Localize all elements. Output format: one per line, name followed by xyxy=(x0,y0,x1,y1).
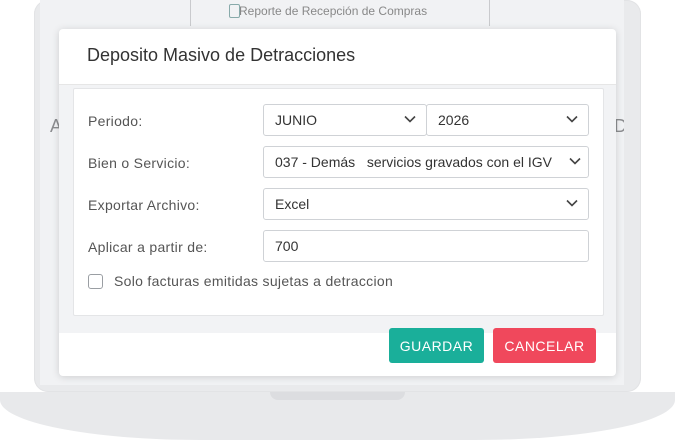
guardar-button[interactable]: GUARDAR xyxy=(389,328,484,363)
aplicar-input[interactable]: 700 xyxy=(263,230,589,262)
aplicar-label: Aplicar a partir de: xyxy=(88,239,208,255)
month-select-value: JUNIO xyxy=(275,112,317,128)
solo-facturas-label: Solo facturas emitidas sujetas a detracc… xyxy=(114,273,394,289)
chevron-down-icon xyxy=(564,147,586,177)
chevron-down-icon xyxy=(565,105,579,135)
year-select-value: 2026 xyxy=(438,112,470,128)
background-menu-item: Reporte de Recepción de Compras xyxy=(190,0,490,26)
year-select[interactable]: 2026 xyxy=(426,104,589,136)
deposito-dialog: Deposito Masivo de Detracciones Periodo:… xyxy=(59,29,616,376)
dialog-header: Deposito Masivo de Detracciones xyxy=(59,29,616,85)
dialog-body: Periodo: JUNIO 2026 Bien o Servicio: 037… xyxy=(59,85,616,333)
background-menu-item-label: Reporte de Recepción de Compras xyxy=(239,4,428,18)
cancelar-button[interactable]: CANCELAR xyxy=(493,328,596,363)
chevron-down-icon xyxy=(403,105,417,135)
bien-servicio-value: 037 - Demás servicios gravados con el IG… xyxy=(275,154,553,170)
exportar-archivo-select[interactable]: Excel xyxy=(263,188,589,220)
bien-servicio-label: Bien o Servicio: xyxy=(88,155,191,171)
exportar-archivo-value: Excel xyxy=(275,196,310,212)
aplicar-input-value: 700 xyxy=(275,238,299,254)
exportar-archivo-label: Exportar Archivo: xyxy=(88,197,200,213)
bien-servicio-select[interactable]: 037 - Demás servicios gravados con el IG… xyxy=(263,146,589,178)
document-icon xyxy=(229,4,240,18)
laptop-notch xyxy=(270,392,405,400)
solo-facturas-checkbox[interactable] xyxy=(88,274,103,289)
dialog-footer: GUARDAR CANCELAR xyxy=(59,328,616,376)
month-select[interactable]: JUNIO xyxy=(263,104,427,136)
form-panel: Periodo: JUNIO 2026 Bien o Servicio: 037… xyxy=(73,88,604,316)
chevron-down-icon xyxy=(565,189,579,219)
periodo-label: Periodo: xyxy=(88,113,143,129)
dialog-title: Deposito Masivo de Detracciones xyxy=(87,45,356,65)
